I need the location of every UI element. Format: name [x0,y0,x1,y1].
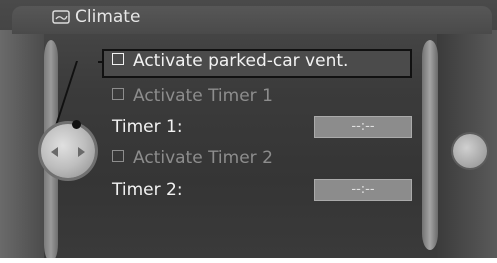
menu-item-timer-1[interactable]: Timer 1: [112,117,183,137]
left-panel [0,30,44,258]
controller-knob[interactable] [41,124,95,178]
menu-item-label: Activate Timer 1 [133,86,273,106]
callout-dot [72,120,81,129]
timer-2-time-field[interactable]: --:-- [314,179,412,201]
scroll-rail[interactable] [422,40,438,250]
menu-item-label: Activate parked-car vent. [133,51,349,71]
checkbox-icon [112,53,124,65]
menu-item-activate-timer-2[interactable]: Activate Timer 2 [112,148,273,168]
menu-item-activate-timer-1[interactable]: Activate Timer 1 [112,86,273,106]
menu-item-activate-vent[interactable]: Activate parked-car vent. [112,51,348,71]
menu-item-label: Activate Timer 2 [133,148,273,168]
callout-line [54,61,78,127]
menu-item-timer-2[interactable]: Timer 2: [112,180,183,200]
knob-left-arrow-icon [51,147,58,157]
screen: Climate Activate parked-car vent. Activa… [0,0,497,258]
knob-right-arrow-icon [78,147,85,157]
page-title: Climate [75,7,141,27]
climate-icon [52,10,70,24]
checkbox-icon [112,88,124,100]
timer-1-time-field[interactable]: --:-- [314,116,412,138]
checkbox-icon [112,150,124,162]
frame: Climate Activate parked-car vent. Activa… [0,0,497,263]
right-control-knob[interactable] [453,134,487,168]
callout-line [98,61,104,63]
menu-item-label: Timer 2: [112,180,183,200]
menu-item-label: Timer 1: [112,117,183,137]
